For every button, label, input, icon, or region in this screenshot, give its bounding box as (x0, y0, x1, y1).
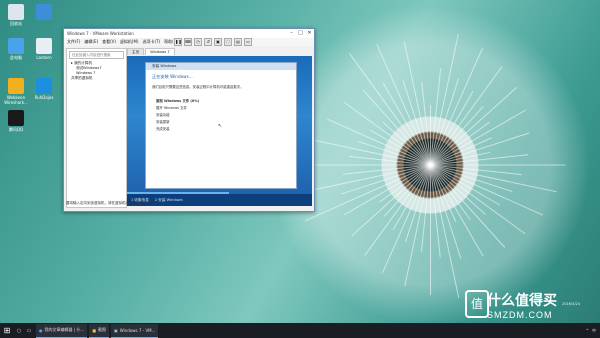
dandelion-seed (305, 164, 431, 222)
feather-app-icon (36, 4, 52, 20)
system-tray: ^ 中 (586, 328, 600, 334)
window-title: Windows 7 - VMware Workstation (67, 31, 134, 36)
revert-icon[interactable]: ↺ (204, 38, 212, 46)
menu-file[interactable]: 文件(F) (67, 39, 80, 45)
webkeon-icon (8, 78, 24, 94)
vmware-window[interactable]: Windows 7 - VMware Workstation – □ ✕ 文件(… (63, 28, 315, 212)
taskbar-item-label: 截图 (98, 327, 106, 332)
folder-icon: ■ (92, 327, 96, 333)
tree-label: Windows 7 (76, 71, 96, 75)
menu-vm[interactable]: 虚拟机(M) (120, 39, 139, 45)
app-icon (36, 78, 52, 94)
dandelion-seed (430, 164, 566, 166)
tree-shared-vms[interactable]: 共享的虚拟机 (67, 76, 126, 81)
tray-expand-icon[interactable]: ^ (586, 328, 589, 333)
desktop-icon[interactable]: Webkeon Wireshark... (2, 78, 30, 105)
menu-view[interactable]: 查看(V) (102, 39, 116, 45)
desktop-icon-label: RuhDojos (34, 95, 54, 100)
manage-snapshot-icon[interactable]: ▣ (214, 38, 222, 46)
watermark-domain: SMZDM.COM (487, 310, 553, 320)
recycle-bin-icon (8, 4, 24, 20)
computer-icon (8, 38, 24, 54)
tree-label: 我的计算机 (73, 61, 92, 65)
dandelion-seed (430, 47, 484, 166)
maximize-icon[interactable]: □ (296, 29, 305, 38)
lantern-icon (36, 38, 52, 54)
windows-start-icon[interactable]: ⊞ (0, 326, 14, 335)
menu-tabs[interactable]: 选项卡(T) (143, 39, 161, 45)
desktop-icon[interactable] (30, 4, 58, 21)
send-keys-icon[interactable]: ⌨ (184, 38, 192, 46)
desktop-icon[interactable]: 此电脑 (2, 38, 30, 60)
setup-step: 复制 Windows 文件 (0%) (156, 99, 200, 103)
setup-intro: 我们目前只需要这些信息。安装过程中计算机可能重启数次。 (152, 85, 244, 89)
tree-label: 共享的虚拟机 (71, 76, 93, 80)
tab-home[interactable]: 主页 (127, 48, 145, 55)
search-icon[interactable]: ○ (14, 328, 24, 334)
task-view-icon[interactable]: ▭ (24, 328, 34, 334)
minimize-icon[interactable]: – (287, 29, 296, 38)
taskbar-item-editor[interactable]: ● 我的文章编辑器 | 什... (36, 323, 88, 338)
watermark-logo: 值 (465, 290, 489, 318)
desktop-icon[interactable]: RuhDojos (30, 78, 58, 100)
taskbar-item-label: Windows 7 - VM... (119, 327, 156, 333)
desktop-icon-label: 腾讯QQ (8, 127, 24, 132)
library-search-input[interactable]: 在此处键入内容进行搜索 (69, 51, 124, 59)
dandelion-seed (305, 164, 431, 166)
taskbar-item-screenshot[interactable]: ■ 截图 (89, 323, 109, 338)
desktop-icon-label: 此电脑 (10, 55, 22, 60)
fullscreen-icon[interactable]: ⛶ (224, 38, 232, 46)
pause-icon[interactable]: ❚❚ (174, 38, 182, 46)
setup-dialog-title: 安装 Windows (146, 63, 296, 70)
desktop-icon[interactable]: 回收站 (2, 4, 30, 26)
snapshot-icon[interactable]: ◷ (194, 38, 202, 46)
vmware-icon: ▣ (114, 327, 118, 333)
setup-heading: 正在安装 Windows... (152, 74, 193, 79)
site-watermark: 值 什么值得买 SMZDM.COM (465, 290, 597, 320)
setup-step: 展开 Windows 文件 (156, 106, 187, 110)
close-icon[interactable]: ✕ (305, 29, 314, 38)
menu-edit[interactable]: 编辑(E) (84, 39, 98, 45)
vmware-statusbar: 要将输入定向到该虚拟机，请在虚拟机内部单击或按 Ctrl+G。 (66, 201, 163, 205)
vmware-toolbar: ❚❚ ⌨ ◷ ↺ ▣ ⛶ ▤ ▭ (174, 38, 252, 46)
desktop-icon-label: Lantern (36, 55, 52, 60)
unity-icon[interactable]: ▤ (234, 38, 242, 46)
tree-label: 测试Windows7 (76, 66, 102, 70)
vmware-tabs: 主页 Windows 7 (127, 48, 175, 55)
qq-icon (8, 110, 24, 126)
taskbar: ⊞ ○ ▭ ● 我的文章编辑器 | 什... ■ 截图 ▣ Windows 7 … (0, 323, 600, 338)
watermark-title: 什么值得买 (487, 292, 557, 308)
guest-screen[interactable]: 安装 Windows 正在安装 Windows... 我们目前只需要这些信息。安… (127, 56, 312, 206)
vmware-titlebar[interactable]: Windows 7 - VMware Workstation – □ ✕ (64, 29, 314, 38)
ime-indicator[interactable]: 中 (592, 328, 596, 334)
setup-step: 安装功能 (156, 113, 170, 117)
photo-date-stamp: 2016/3/24 (562, 302, 580, 306)
desktop-icon-label: 回收站 (10, 21, 22, 26)
desktop-icon-label: Webkeon Wireshark... (4, 95, 28, 105)
library-panel: 在此处键入内容进行搜索 ▸ 我的计算机 测试Windows7 Windows 7… (66, 48, 127, 208)
desktop-icon[interactable]: 腾讯QQ (2, 110, 30, 132)
dandelion-seed (430, 165, 431, 295)
tab-windows7[interactable]: Windows 7 (145, 48, 175, 55)
browser-icon: ● (39, 327, 43, 333)
console-icon[interactable]: ▭ (244, 38, 252, 46)
setup-dialog: 安装 Windows 正在安装 Windows... 我们目前只需要这些信息。安… (145, 62, 297, 189)
taskbar-item-label: 我的文章编辑器 | 什... (44, 327, 85, 332)
taskbar-item-vmware[interactable]: ▣ Windows 7 - VM... (111, 323, 159, 338)
mouse-cursor-icon: ↖ (218, 123, 223, 129)
desktop-icon[interactable]: Lantern (30, 38, 58, 60)
